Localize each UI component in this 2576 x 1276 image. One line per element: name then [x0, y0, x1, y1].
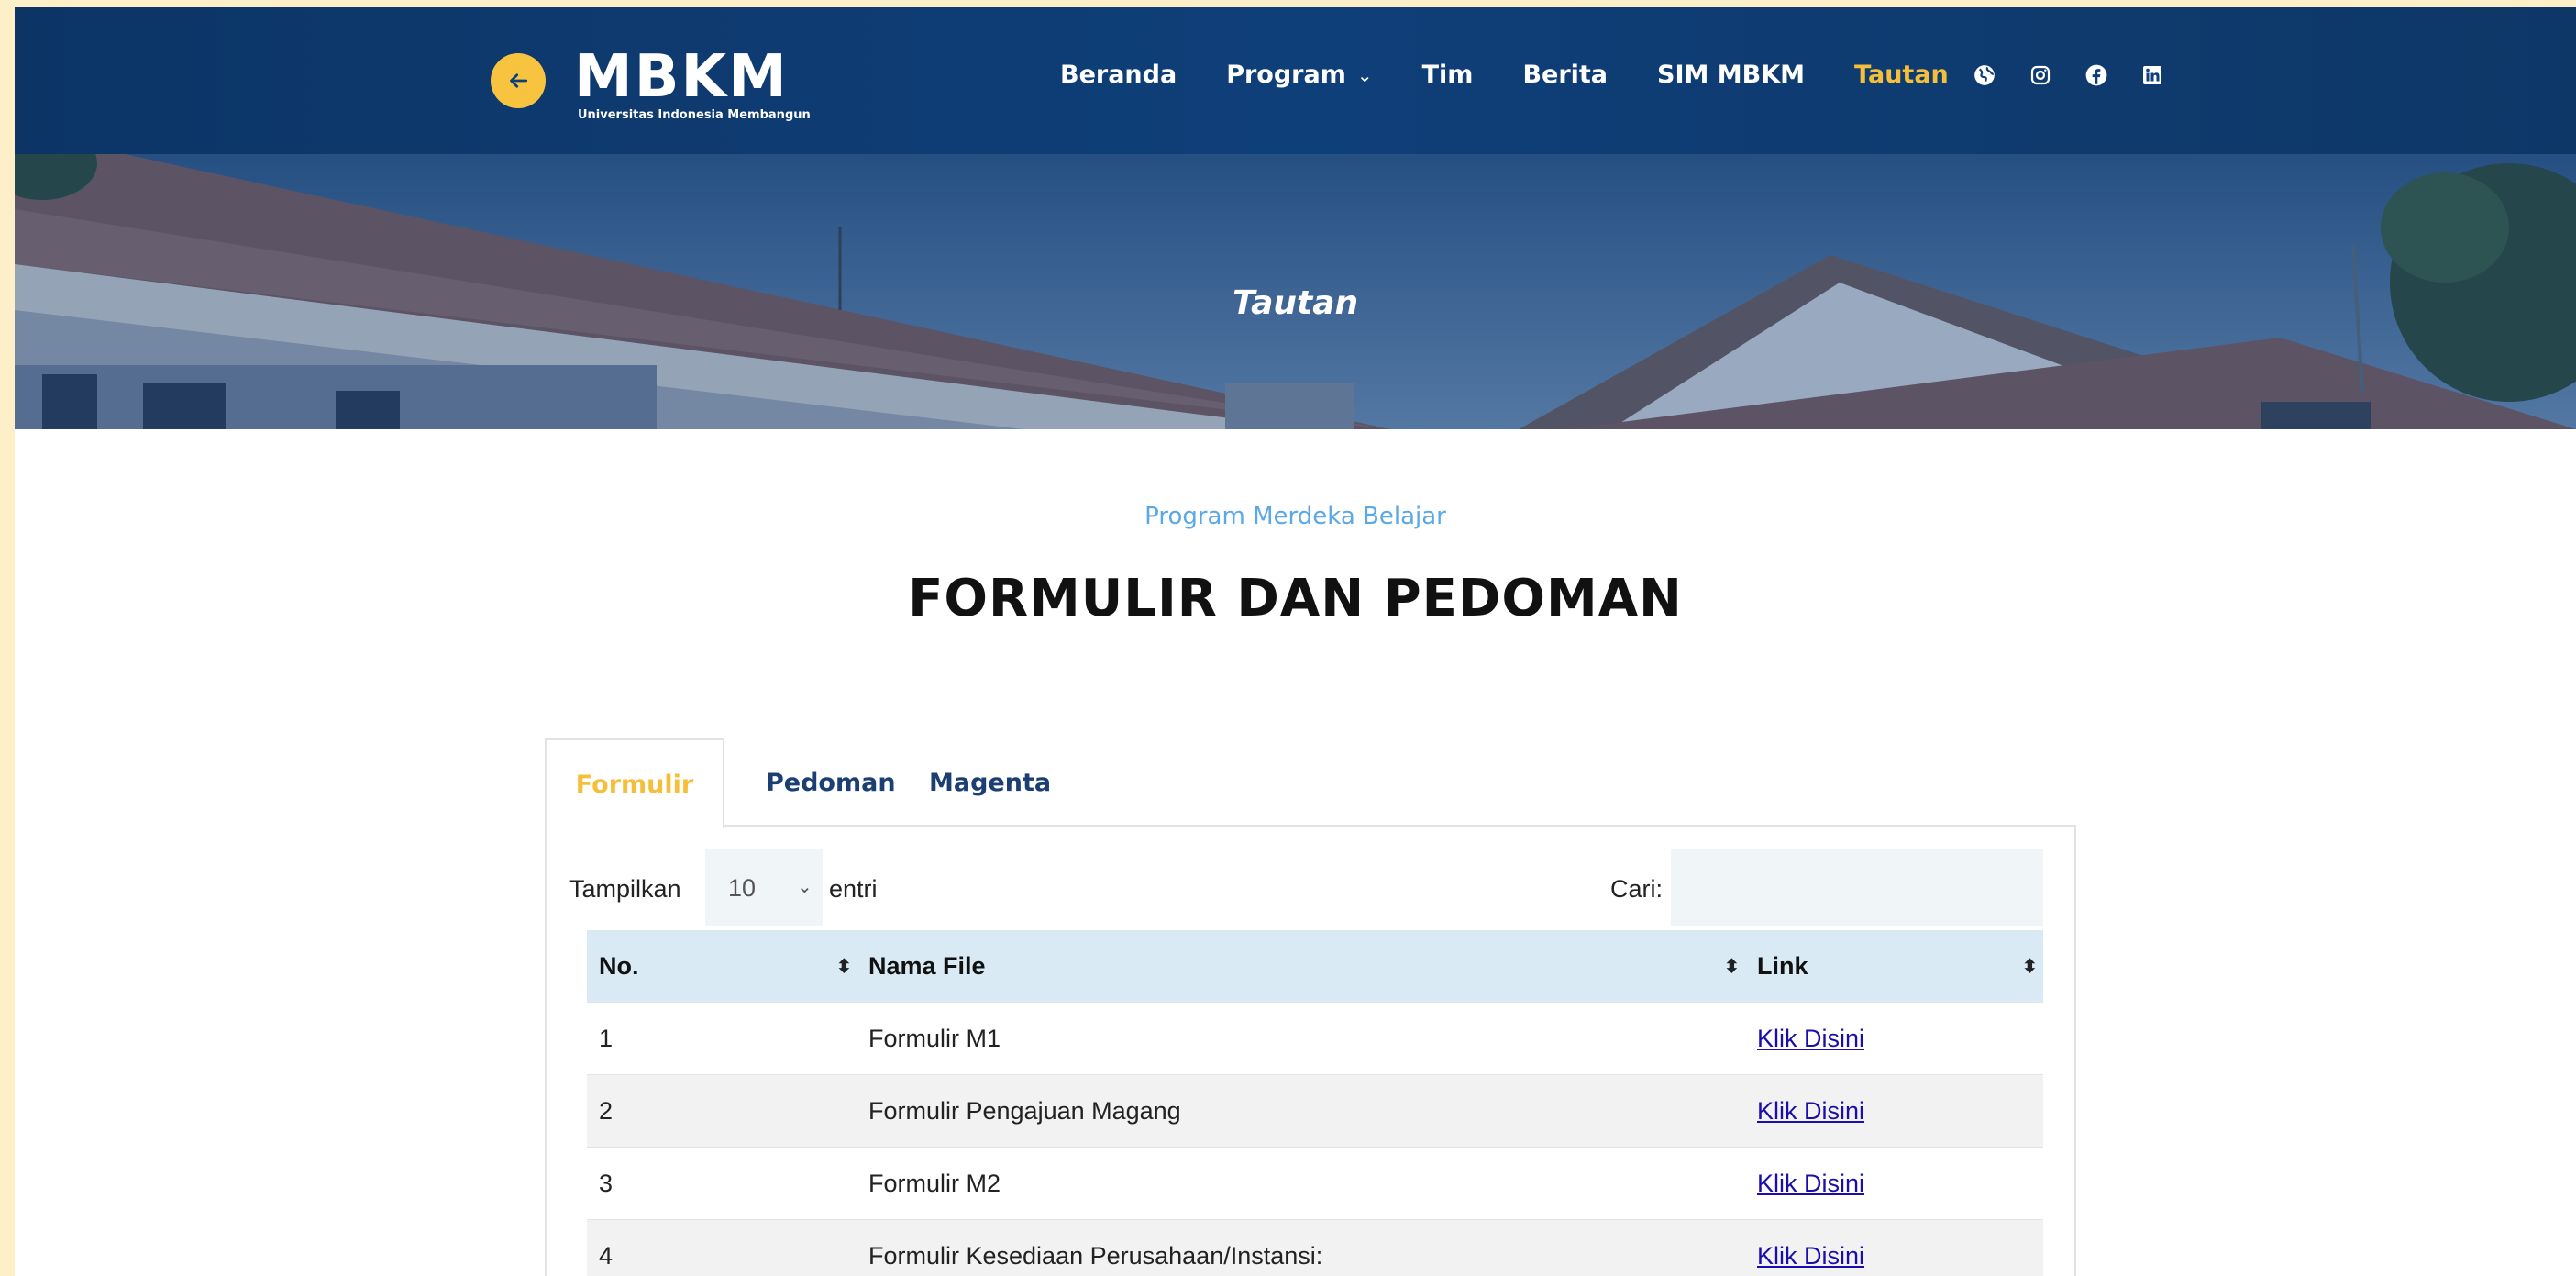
table-row: 2 Formulir Pengajuan Magang Klik Disini — [587, 1075, 2043, 1148]
site-logo[interactable]: MBKM Universitas Indonesia Membangun — [574, 44, 849, 123]
cell-no: 3 — [599, 1169, 614, 1197]
tab-pedoman[interactable]: Pedoman — [766, 738, 896, 827]
chevron-down-icon: ⌄ — [797, 877, 813, 897]
nav-item-program[interactable]: Program ⌄ — [1226, 61, 1372, 89]
sort-icon[interactable]: ⬍ — [836, 955, 852, 978]
linkedin-icon[interactable] — [2140, 63, 2164, 87]
nav-label: Tim — [1421, 61, 1474, 89]
table-header-row: No. ⬍ Nama File ⬍ Link ⬍ — [587, 930, 2043, 1003]
facebook-icon[interactable] — [2084, 63, 2108, 87]
sort-icon[interactable]: ⬍ — [1724, 955, 1740, 978]
nav-label: Tautan — [1854, 61, 1949, 89]
nav-label: Berita — [1522, 61, 1609, 89]
back-button[interactable] — [491, 53, 546, 108]
nav-label: SIM MBKM — [1657, 61, 1806, 89]
hero-banner: Tautan — [15, 154, 2576, 429]
nav-label: Program — [1226, 61, 1346, 89]
site-header: MBKM Universitas Indonesia Membangun Ber… — [15, 7, 2576, 154]
sort-icon[interactable]: ⬍ — [2022, 955, 2038, 978]
nav-label: Beranda — [1060, 61, 1177, 89]
logo-subtitle: Universitas Indonesia Membangun — [578, 108, 811, 122]
section-eyebrow: Program Merdeka Belajar — [1144, 503, 1446, 530]
column-header-nama-file[interactable]: Nama File — [868, 930, 986, 1002]
nav-item-berita[interactable]: Berita — [1522, 61, 1608, 89]
nav-item-sim-mbkm[interactable]: SIM MBKM — [1657, 61, 1805, 89]
cell-no: 1 — [599, 1024, 614, 1052]
page-title: FORMULIR DAN PEDOMAN — [908, 569, 1683, 628]
nav-item-tim[interactable]: Tim — [1422, 61, 1474, 89]
search-input[interactable] — [1671, 849, 2043, 926]
download-link[interactable]: Klik Disini — [1757, 1097, 1864, 1126]
cell-file-name: Formulir M1 — [868, 1024, 1001, 1052]
nav-item-tautan[interactable]: Tautan — [1854, 61, 1949, 89]
main-nav: Beranda Program ⌄ Tim Berita SIM MBKM Tau… — [1060, 61, 2196, 89]
cell-no: 2 — [599, 1096, 614, 1125]
nav-item-beranda[interactable]: Beranda — [1060, 61, 1177, 89]
globe-icon[interactable] — [1973, 63, 1996, 87]
tab-formulir[interactable]: Formulir — [545, 738, 724, 828]
browser-viewport: MBKM Universitas Indonesia Membangun Ber… — [15, 7, 2576, 1276]
entries-per-page-value: 10 — [728, 873, 757, 902]
instagram-icon[interactable] — [2029, 63, 2052, 87]
length-label: Tampilkan — [569, 875, 681, 903]
cell-no: 4 — [599, 1241, 614, 1270]
social-links — [1973, 63, 2196, 87]
tab-magenta[interactable]: Magenta — [929, 738, 1051, 827]
logo-wordmark: MBKM — [574, 43, 789, 111]
cell-file-name: Formulir Pengajuan Magang — [868, 1096, 1181, 1125]
search-label: Cari: — [1610, 875, 1664, 903]
download-link[interactable]: Klik Disini — [1757, 1242, 1864, 1270]
column-header-no[interactable]: No. — [599, 930, 639, 1002]
table-row: 3 Formulir M2 Klik Disini — [587, 1148, 2043, 1220]
hero-title: Tautan — [1232, 284, 1359, 322]
arrow-left-icon — [510, 73, 528, 88]
table-row: 1 Formulir M1 Klik Disini — [587, 1003, 2043, 1075]
download-link[interactable]: Klik Disini — [1757, 1025, 1864, 1053]
entries-per-page-select[interactable]: 10 ⌄ — [705, 849, 823, 926]
column-header-link[interactable]: Link — [1757, 930, 1808, 1002]
page-margin-top — [0, 0, 2576, 7]
table-row: 4 Formulir Kesediaan Perusahaan/Instansi… — [587, 1220, 2043, 1276]
files-table: No. ⬍ Nama File ⬍ Link ⬍ 1 Formulir M1 K… — [587, 930, 2043, 1276]
cell-file-name: Formulir M2 — [868, 1169, 1001, 1197]
length-label-after: entri — [829, 875, 878, 903]
download-link[interactable]: Klik Disini — [1757, 1170, 1864, 1198]
chevron-down-icon: ⌄ — [1356, 63, 1373, 86]
cell-file-name: Formulir Kesediaan Perusahaan/Instansi: — [868, 1241, 1323, 1270]
